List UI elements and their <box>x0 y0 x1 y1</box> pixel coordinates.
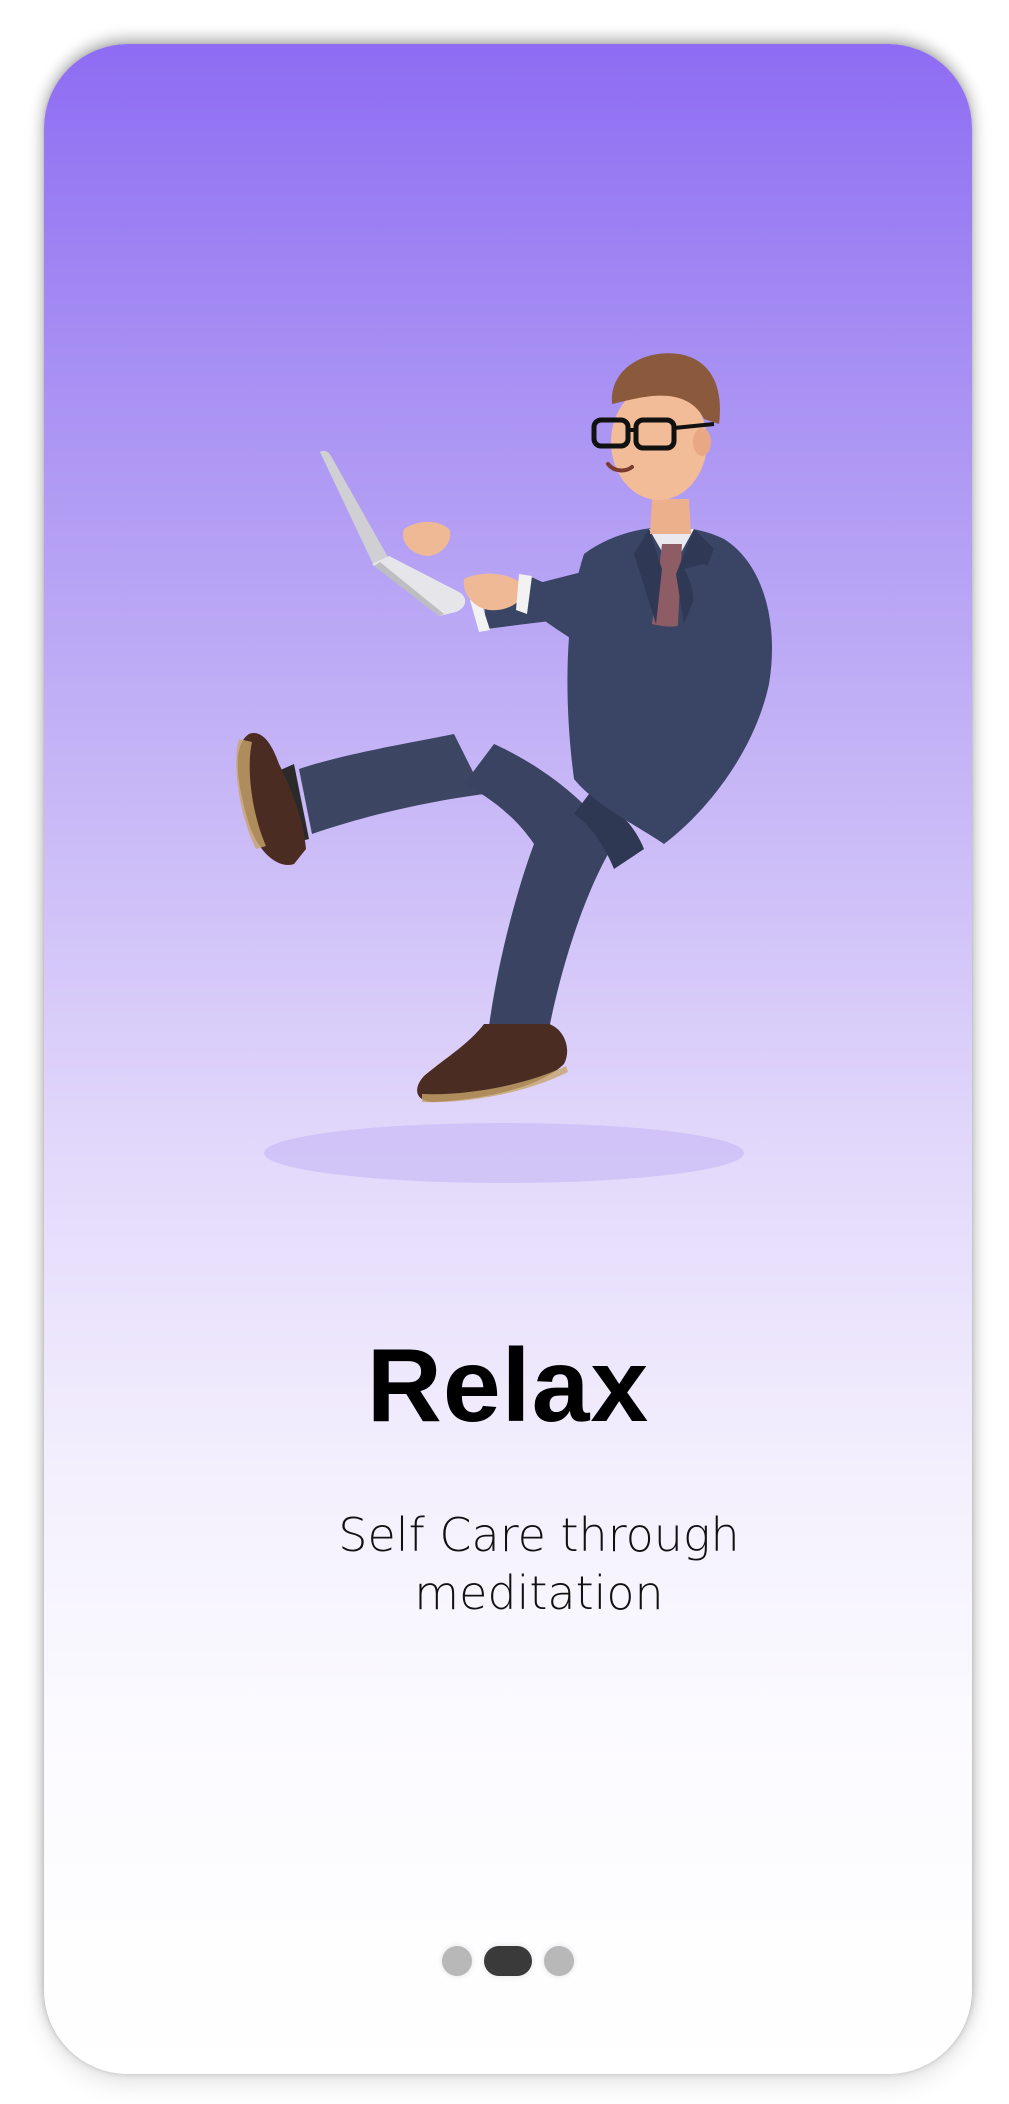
page-title: Relax <box>366 1328 650 1444</box>
page-indicator <box>44 1946 972 1976</box>
onboarding-screen: Relax Self Care through meditation <box>44 44 972 2074</box>
man-floating-with-laptop-illustration <box>194 324 894 1184</box>
page-subtitle: Self Care through meditation <box>338 1508 740 1620</box>
page-dot-2-active[interactable] <box>484 1946 532 1976</box>
page-dot-3[interactable] <box>544 1946 574 1976</box>
page-dot-1[interactable] <box>442 1946 472 1976</box>
